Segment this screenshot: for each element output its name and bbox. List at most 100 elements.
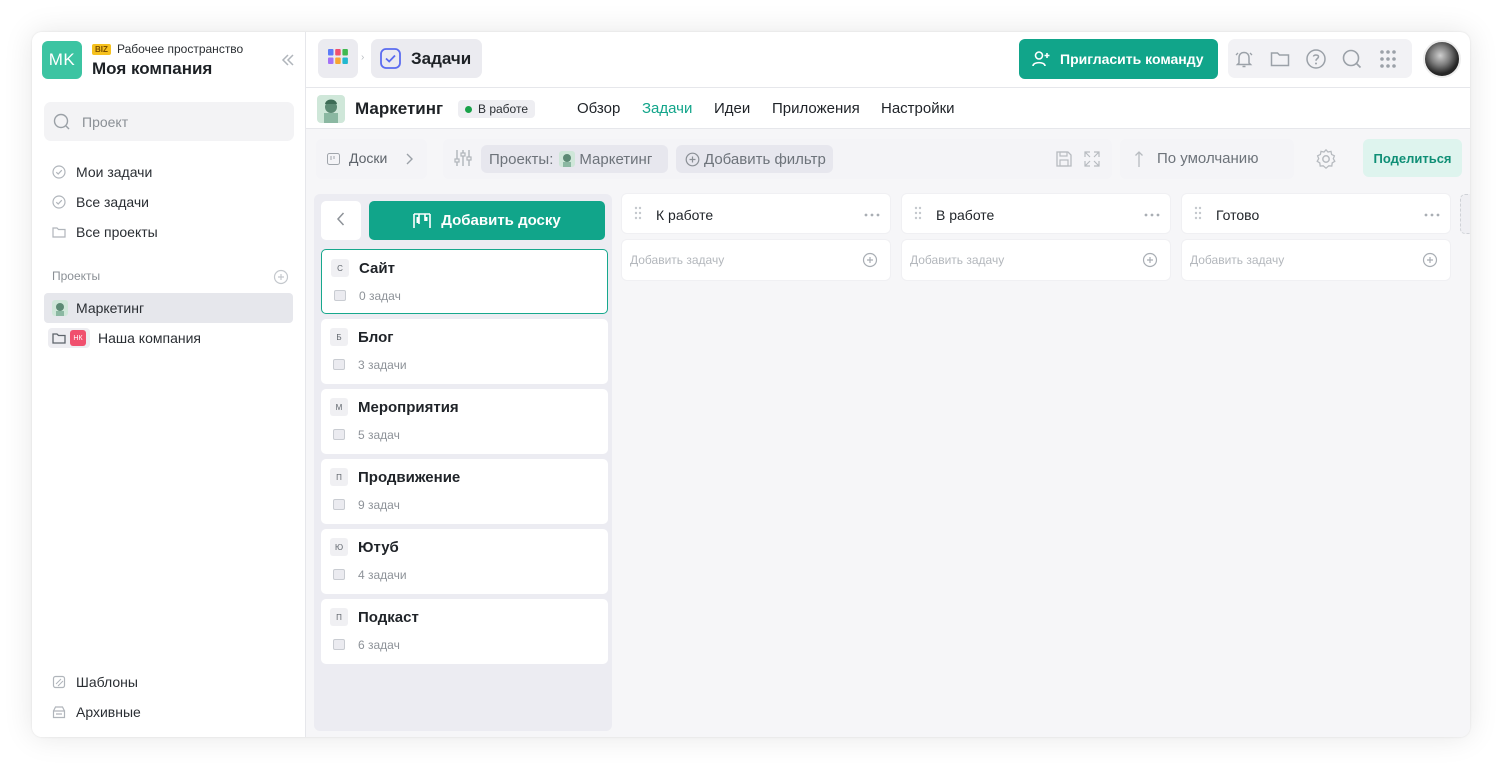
templates-icon	[44, 675, 76, 689]
workspace-switcher[interactable]: MK BIZ Рабочее пространство Моя компания	[42, 41, 296, 81]
add-column-edge[interactable]	[1460, 194, 1470, 234]
breadcrumb-tasks[interactable]: Задачи	[371, 39, 482, 78]
board-card[interactable]: С Сайт 0 задач	[321, 249, 608, 314]
board-card[interactable]: П Подкаст 6 задач	[321, 599, 608, 664]
project-search-input[interactable]	[82, 102, 282, 141]
projects-filter-chip[interactable]: Проекты: Маркетинг	[481, 145, 668, 173]
sidebar-project-our-company[interactable]: НК Наша компания	[44, 323, 293, 353]
board-card[interactable]: М Мероприятия 5 задач	[321, 389, 608, 454]
sidebar-project-marketing[interactable]: Маркетинг	[44, 293, 293, 323]
add-task-row[interactable]: Добавить задачу	[902, 240, 1170, 280]
add-filter-button[interactable]: Добавить фильтр	[676, 145, 833, 173]
invite-team-button[interactable]: Пригласить команду	[1019, 39, 1218, 79]
projects-section-title: Проекты	[52, 269, 101, 283]
check-circle-icon	[44, 195, 76, 209]
add-task-placeholder: Добавить задачу	[1190, 253, 1285, 267]
projects-filter-label: Проекты:	[489, 150, 554, 168]
add-circle-icon	[685, 152, 700, 167]
sort-label: По умолчанию	[1157, 150, 1259, 167]
board-name: Сайт	[359, 260, 395, 277]
add-task-row[interactable]: Добавить задачу	[1182, 240, 1450, 280]
add-circle-icon[interactable]	[1142, 252, 1158, 268]
sidebar-project-label: Наша компания	[98, 330, 201, 346]
add-board-button[interactable]: Добавить доску	[369, 201, 605, 240]
check-circle-icon	[44, 165, 76, 179]
more-options-icon[interactable]	[864, 207, 880, 217]
breadcrumb-separator-icon: ›	[361, 52, 365, 63]
board-name: Продвижение	[358, 469, 461, 486]
sidebar-search	[44, 102, 294, 141]
board-name: Мероприятия	[358, 399, 459, 416]
back-button[interactable]	[321, 201, 361, 240]
sidebar-item-my-tasks[interactable]: Мои задачи	[44, 157, 294, 187]
board-icon	[413, 212, 432, 230]
board-task-count: 0 задач	[359, 289, 401, 303]
board-task-count: 9 задач	[358, 498, 400, 512]
tab-apps[interactable]: Приложения	[772, 100, 860, 117]
archive-icon	[44, 705, 76, 719]
apps-button[interactable]	[318, 39, 358, 78]
add-board-label: Добавить доску	[441, 212, 561, 229]
bell-icon[interactable]	[1233, 48, 1255, 70]
sidebar-item-label: Мои задачи	[76, 164, 153, 180]
search-icon	[53, 113, 71, 131]
folder-icon	[44, 225, 76, 239]
apps-dots-icon[interactable]	[1377, 48, 1399, 70]
board-initial: Б	[330, 328, 348, 346]
drag-handle-icon[interactable]	[914, 206, 922, 220]
tasks-check-icon	[380, 48, 401, 69]
help-icon[interactable]	[1305, 48, 1327, 70]
board-task-count: 5 задач	[358, 428, 400, 442]
user-avatar[interactable]	[1423, 40, 1461, 78]
expand-icon[interactable]	[1083, 150, 1101, 168]
add-circle-icon[interactable]	[1422, 252, 1438, 268]
search-icon[interactable]	[1341, 48, 1363, 70]
sidebar-item-all-projects[interactable]: Все проекты	[44, 217, 294, 247]
board-card[interactable]: Ю Ютуб 4 задачи	[321, 529, 608, 594]
column-title: Готово	[1216, 207, 1260, 223]
folder-icon[interactable]	[1269, 48, 1291, 70]
status-badge[interactable]: В работе	[458, 100, 536, 118]
board-name: Блог	[358, 329, 394, 346]
gear-icon[interactable]	[1315, 148, 1337, 170]
board-card[interactable]: Б Блог 3 задачи	[321, 319, 608, 384]
more-options-icon[interactable]	[1424, 207, 1440, 217]
tab-settings[interactable]: Настройки	[881, 100, 955, 117]
sidebar-item-templates[interactable]: Шаблоны	[44, 667, 294, 697]
boards-toggle[interactable]: Доски	[316, 139, 427, 179]
column-header[interactable]: К работе	[622, 194, 890, 233]
project-title: Маркетинг	[355, 99, 444, 118]
add-circle-icon[interactable]	[862, 252, 878, 268]
more-options-icon[interactable]	[1144, 207, 1160, 217]
board-task-count: 3 задачи	[358, 358, 407, 372]
project-avatar-icon	[52, 300, 68, 316]
tab-tasks[interactable]: Задачи	[642, 100, 692, 117]
add-project-icon[interactable]	[273, 269, 289, 285]
tab-ideas[interactable]: Идеи	[714, 100, 750, 117]
tab-overview[interactable]: Обзор	[577, 100, 620, 117]
sidebar-item-all-tasks[interactable]: Все задачи	[44, 187, 294, 217]
share-button[interactable]: Поделиться	[1363, 139, 1462, 177]
sidebar-item-label: Все проекты	[76, 224, 158, 240]
app-window: MK BIZ Рабочее пространство Моя компания…	[32, 32, 1470, 737]
column-title: К работе	[656, 207, 714, 223]
drag-handle-icon[interactable]	[1194, 206, 1202, 220]
board-card[interactable]: П Продвижение 9 задач	[321, 459, 608, 524]
apps-grid-icon	[328, 49, 348, 68]
collapse-sidebar-icon[interactable]	[278, 50, 298, 70]
sidebar-item-label: Все задачи	[76, 194, 149, 210]
add-filter-label: Добавить фильтр	[704, 150, 826, 168]
column-header[interactable]: Готово	[1182, 194, 1450, 233]
column-header[interactable]: В работе	[902, 194, 1170, 233]
board-initial: Ю	[330, 538, 348, 556]
filter-settings-icon[interactable]	[453, 148, 473, 168]
task-count-icon	[334, 290, 346, 301]
drag-handle-icon[interactable]	[634, 206, 642, 220]
board-task-count: 4 задачи	[358, 568, 407, 582]
sidebar-item-archived[interactable]: Архивные	[44, 697, 294, 727]
board-initial: П	[330, 468, 348, 486]
save-filter-icon[interactable]	[1055, 150, 1073, 168]
add-task-row[interactable]: Добавить задачу	[622, 240, 890, 280]
workspace-label: Рабочее пространство	[117, 42, 244, 56]
sort-dropdown[interactable]: По умолчанию	[1120, 139, 1294, 179]
